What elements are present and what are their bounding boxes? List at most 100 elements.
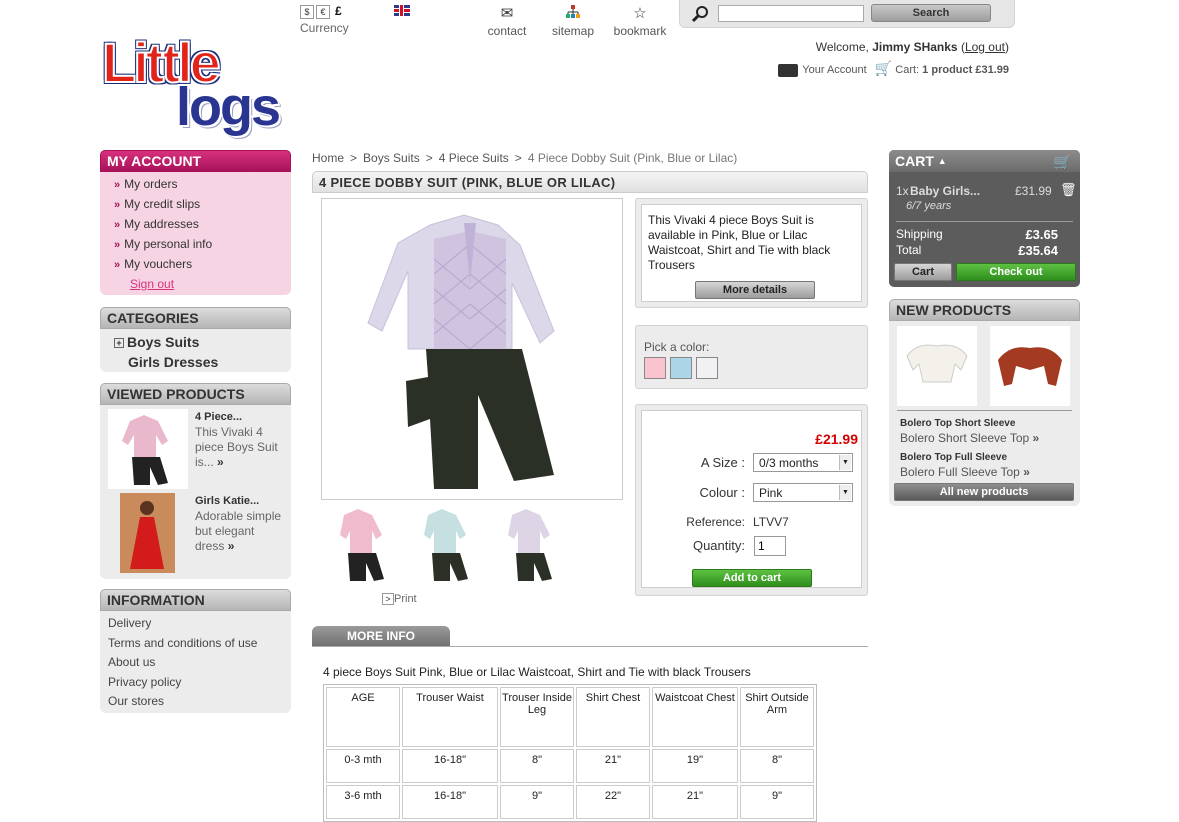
logout-link[interactable]: Log out — [965, 40, 1005, 54]
new-product-thumb-red[interactable] — [990, 326, 1070, 406]
category-boys-suits[interactable]: + Boys Suits — [114, 332, 291, 352]
double-chevron-icon: » — [1032, 431, 1040, 445]
category-label: Boys Suits — [127, 334, 200, 350]
product-price: £21.99 — [815, 431, 858, 447]
info-link-privacy[interactable]: Privacy policy — [108, 673, 291, 693]
breadcrumb-current: 4 Piece Dobby Suit (Pink, Blue or Lilac) — [527, 151, 738, 165]
color-swatch-pink[interactable] — [644, 357, 666, 379]
info-link-delivery[interactable]: Delivery — [108, 614, 291, 634]
viewed-products-title: VIEWED PRODUCTS — [100, 383, 291, 405]
breadcrumb-sep: > — [425, 151, 433, 165]
product-thumb-blue[interactable] — [414, 505, 480, 585]
expand-icon[interactable]: + — [114, 338, 124, 348]
viewed-thumb-suit[interactable] — [108, 409, 188, 489]
info-link-stores[interactable]: Our stores — [108, 692, 291, 712]
viewed-item-name[interactable]: Girls Katie... — [195, 495, 259, 507]
product-main-image[interactable] — [321, 198, 623, 500]
welcome-line: Welcome, Jimmy SHanks (Log out) — [815, 40, 1009, 54]
product-thumb-lilac[interactable] — [498, 505, 564, 585]
all-new-products-button[interactable]: All new products — [894, 483, 1074, 501]
viewed-desc-text: Adorable simple but elegant dress — [195, 509, 282, 553]
collapse-icon[interactable]: ▲ — [938, 156, 947, 166]
account-link-label: My credit slips — [124, 197, 201, 211]
sign-out-link[interactable]: Sign out — [100, 274, 291, 294]
new-product-desc-text: Bolero Full Sleeve Top — [900, 465, 1020, 479]
double-chevron-icon: » — [114, 219, 121, 231]
color-swatch-blue[interactable] — [670, 357, 692, 379]
cart-item-name[interactable]: Baby Girls... — [910, 184, 980, 198]
currency-pound[interactable]: £ — [335, 4, 342, 18]
account-link-credit-slips[interactable]: » My credit slips — [100, 194, 291, 214]
account-link-addresses[interactable]: » My addresses — [100, 214, 291, 234]
short-description-panel: This Vivaki 4 piece Boys Suit is availab… — [635, 198, 868, 308]
more-chevron-icon[interactable]: » — [228, 539, 235, 553]
account-link-label: My orders — [124, 177, 178, 191]
reference-value: LTVV7 — [753, 515, 789, 529]
print-icon: > — [382, 593, 394, 605]
account-link-label: My addresses — [124, 217, 199, 231]
table-cell: 19" — [652, 749, 738, 783]
add-to-cart-button[interactable]: Add to cart — [692, 569, 812, 587]
cart-button[interactable]: Cart — [894, 263, 952, 281]
more-details-button[interactable]: More details — [695, 281, 815, 299]
new-product-name[interactable]: Bolero Top Short Sleeve — [900, 418, 1015, 429]
new-product-desc[interactable]: Bolero Short Sleeve Top » — [900, 431, 1039, 445]
site-logo[interactable]: Little logs — [98, 30, 300, 137]
colour-select[interactable]: Pink ▼ — [753, 483, 853, 502]
cart-divider — [896, 221, 1073, 222]
uk-flag-icon[interactable] — [394, 5, 410, 16]
quantity-input[interactable] — [754, 536, 786, 556]
new-products-title: NEW PRODUCTS — [889, 299, 1080, 321]
cart-label: Cart: — [895, 64, 920, 76]
new-products-divider — [897, 410, 1072, 411]
breadcrumb: Home > Boys Suits >4 Piece Suits >4 Piece Do… — [312, 151, 737, 165]
product-thumb-pink[interactable] — [330, 505, 396, 585]
your-account-link[interactable]: Your Account — [802, 64, 866, 76]
viewed-item-name[interactable]: 4 Piece... — [195, 411, 242, 423]
table-header-row: AGE Trouser Waist Trouser Inside Leg Shi… — [326, 687, 814, 747]
checkout-button[interactable]: Check out — [956, 263, 1076, 281]
quantity-label: Quantity: — [692, 538, 745, 553]
viewed-products-block: VIEWED PRODUCTS 4 Piece... This Vivaki 4… — [100, 383, 291, 579]
account-link-vouchers[interactable]: » My vouchers — [100, 254, 291, 274]
new-product-name[interactable]: Bolero Top Full Sleeve — [900, 452, 1007, 463]
new-product-desc[interactable]: Bolero Full Sleeve Top » — [900, 465, 1030, 479]
breadcrumb-boys-suits[interactable]: Boys Suits — [363, 151, 420, 165]
info-link-about[interactable]: About us — [108, 653, 291, 673]
search-input[interactable] — [718, 5, 864, 22]
color-swatch-lilac[interactable] — [696, 357, 718, 379]
envelope-icon: ✉ — [500, 5, 514, 22]
tab-underline — [312, 646, 868, 647]
sitemap-label: sitemap — [551, 24, 595, 38]
pick-color-label: Pick a color: — [644, 340, 710, 354]
viewed-thumb-dress[interactable] — [120, 493, 175, 573]
bookmark-link[interactable]: ☆ bookmark — [610, 4, 670, 38]
colour-label: Colour : — [699, 485, 745, 500]
category-girls-dresses[interactable]: Girls Dresses — [114, 352, 291, 372]
tab-more-info[interactable]: MORE INFO — [312, 626, 450, 647]
trash-icon[interactable]: 🗑 — [1060, 182, 1077, 198]
breadcrumb-4-piece-suits[interactable]: 4 Piece Suits — [439, 151, 509, 165]
search-bar: Search — [679, 0, 1015, 28]
new-product-thumb-white[interactable] — [897, 326, 977, 406]
account-link-label: My vouchers — [124, 257, 193, 271]
welcome-prefix: Welcome, — [815, 40, 869, 54]
currency-euro[interactable]: € — [316, 5, 330, 19]
more-info-intro: 4 piece Boys Suit Pink, Blue or Lilac Wa… — [323, 665, 751, 679]
print-link[interactable]: > Print — [382, 593, 417, 605]
short-description: This Vivaki 4 piece Boys Suit is availab… — [648, 213, 831, 272]
account-link-orders[interactable]: » My orders — [100, 174, 291, 194]
currency-dollar[interactable]: $ — [300, 5, 314, 19]
info-link-terms[interactable]: Terms and conditions of use — [108, 634, 291, 654]
currency-selector[interactable]: $ € £ Currency — [300, 4, 349, 35]
search-button[interactable]: Search — [871, 4, 991, 22]
sitemap-link[interactable]: sitemap — [548, 4, 598, 38]
more-chevron-icon[interactable]: » — [217, 455, 224, 469]
contact-link[interactable]: ✉ contact — [482, 4, 532, 38]
account-link-personal-info[interactable]: » My personal info — [100, 234, 291, 254]
size-select[interactable]: 0/3 months ▼ — [753, 453, 853, 472]
total-label: Total — [896, 243, 922, 257]
cart-header[interactable]: CART ▲ 🛒 — [889, 150, 1080, 172]
cart-summary-link[interactable]: 1 product £31.99 — [922, 64, 1009, 76]
breadcrumb-home[interactable]: Home — [312, 151, 344, 165]
